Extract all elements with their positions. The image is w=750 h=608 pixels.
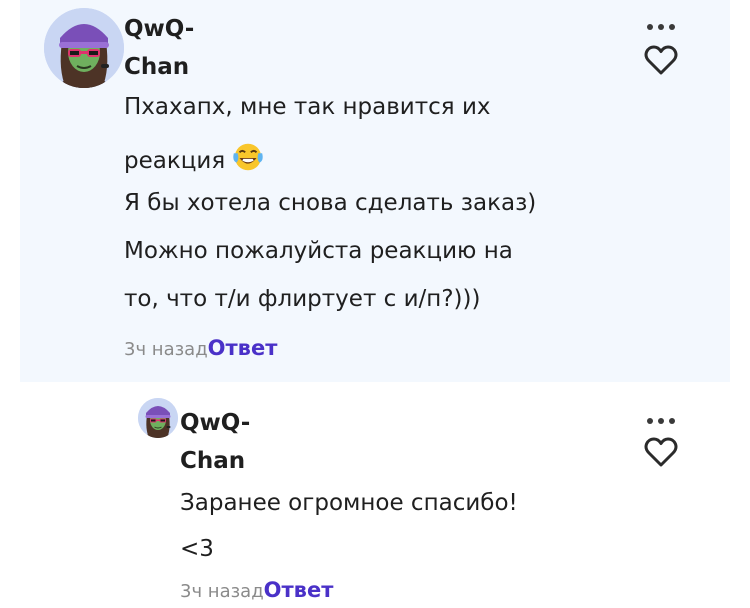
reply-card: QwQ- Chan Заранее огромное спасибо! <3 3…: [0, 382, 750, 608]
avatar[interactable]: [138, 398, 178, 438]
more-dots-icon[interactable]: [644, 414, 678, 426]
more-dots-icon[interactable]: [644, 20, 678, 32]
reply-text-line: Заранее огромное спасибо!: [180, 490, 518, 516]
author-name-line-1: QwQ-: [124, 16, 195, 42]
author-name-line-2: Chan: [124, 54, 190, 80]
comment-text-line: то, что т/и флиртует с и/п?))): [124, 286, 481, 312]
comment-author-name[interactable]: QwQ- Chan: [124, 10, 194, 86]
comment-meta: 3ч назадОтвет: [124, 336, 277, 360]
comment-text-line: Можно пожалуйста реакцию на: [124, 238, 513, 264]
joy-tears-emoji: [231, 140, 265, 180]
comment-text-line: Я бы хотела снова сделать заказ): [124, 190, 537, 216]
avatar[interactable]: [44, 8, 124, 88]
heart-outline-icon[interactable]: [644, 436, 678, 468]
reply-author-name[interactable]: QwQ- Chan: [180, 404, 250, 480]
reply-button[interactable]: Ответ: [208, 336, 278, 360]
reply-button[interactable]: Ответ: [264, 578, 334, 602]
reply-meta: 3ч назадОтвет: [180, 578, 333, 602]
comment-timestamp: 3ч назад: [124, 339, 208, 360]
avatar-image: [138, 398, 178, 438]
heart-outline-icon[interactable]: [644, 44, 678, 76]
avatar-image: [44, 8, 124, 88]
comment-text-line-text: реакция: [124, 148, 226, 174]
author-name-line-2: Chan: [180, 448, 246, 474]
comment-text-line: реакция: [124, 140, 265, 180]
reply-text-line: <3: [180, 536, 214, 562]
comment-card: QwQ- Chan Пхахапх, мне так нравится их р…: [20, 0, 730, 382]
reply-timestamp: 3ч назад: [180, 581, 264, 602]
author-name-line-1: QwQ-: [180, 410, 251, 436]
comment-text-line: Пхахапх, мне так нравится их: [124, 94, 491, 120]
